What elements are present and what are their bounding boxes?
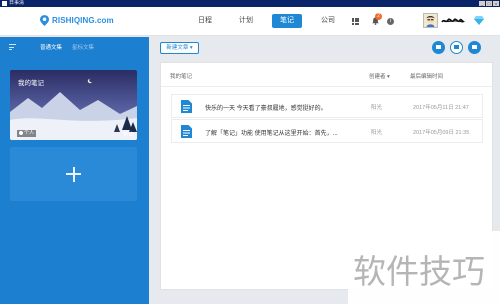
card-view-icon[interactable] [432,41,445,54]
view-mode-switcher [432,41,486,54]
diamond-icon[interactable] [474,16,484,25]
top-header: RISHIQING.com 日程 计划 笔记 公司 2 i [0,7,500,36]
notes-list-title: 我的笔记 [170,74,193,80]
note-row[interactable]: 快乐的一天 今天看了豪叔履地，感觉挺好的。 阳光 2017年05月11日 21:… [171,94,483,118]
app-icon [2,1,7,6]
logo-text: RISHIQING.com [52,16,114,25]
note-edited-date: 2017年05月09日 21:35 [413,130,470,136]
list-view-icon[interactable] [450,41,463,54]
notebook-title: 我的笔记 [18,80,44,87]
note-edited-date: 2017年05月11日 21:47 [413,105,469,111]
person-icon [19,130,23,135]
new-article-button[interactable]: 新建文章 ▾ [160,42,199,54]
close-icon[interactable]: × [493,1,499,6]
location-pin-icon [40,15,49,26]
nav-item-notes[interactable]: 笔记 [272,14,302,28]
note-author: 阳光 [371,130,383,136]
add-notebook-button[interactable] [10,147,137,201]
sidebar-header: 普通文集 星标文集 [0,37,149,57]
avatar-image [424,14,437,27]
window-controls: _ □ × [479,1,499,6]
watermark-text: 软件技巧 [353,252,485,291]
nav-item-plan[interactable]: 计划 [231,14,261,28]
creator-column-header[interactable]: 创建者 ▾ [369,72,390,80]
maximize-icon[interactable]: □ [486,1,492,6]
note-title: 快乐的一天 今天看了豪叔履地，感觉挺好的。 [205,106,327,112]
notebook-owner-label: 个人 [24,130,35,136]
tab-normal-collections[interactable]: 普通文集 [40,43,62,51]
tab-starred-collections[interactable]: 星标文集 [72,43,94,51]
menu-icon[interactable] [9,44,16,50]
logo[interactable]: RISHIQING.com [40,15,114,26]
note-row[interactable]: 了解「笔记」功能 使用笔记从这里开始：首先，... 阳光 2017年05月09日… [171,119,483,143]
notes-list-header: 我的笔记 创建者 ▾ 最后编辑时间 [161,63,492,87]
notification-bell[interactable]: 2 [372,13,382,25]
username-redacted[interactable] [441,17,465,25]
nav-item-company[interactable]: 公司 [313,14,343,28]
detail-view-icon[interactable] [468,41,481,54]
content-toolbar: 新建文章 ▾ [150,37,500,59]
avatar[interactable] [423,13,438,28]
document-icon [181,100,192,113]
notification-badge: 2 [375,13,382,20]
main-nav: 日程 计划 笔记 公司 [190,14,354,28]
window-titlebar: 日事清 _ □ × [0,0,500,7]
header-icons: 2 i [352,13,394,25]
watermark: 软件技巧 [348,231,500,304]
apps-grid-icon[interactable] [352,17,359,25]
notebook-default-label: 默认 [123,132,134,138]
minimize-icon[interactable]: _ [479,1,485,6]
plus-icon-vertical [72,166,75,182]
window-title: 日事清 [9,0,25,6]
nav-item-schedule[interactable]: 日程 [190,14,220,28]
info-icon[interactable]: i [387,17,394,25]
notebook-card[interactable]: 我的笔记 个人 默认 [10,70,137,140]
sidebar: 普通文集 星标文集 我的笔记 个人 默认 [0,37,149,304]
last-edited-column-header[interactable]: 最后编辑时间 [410,72,443,80]
note-title: 了解「笔记」功能 使用笔记从这里开始：首先，... [205,131,338,137]
note-author: 阳光 [371,105,383,111]
document-icon [181,125,192,138]
notebook-owner: 个人 [17,130,37,137]
